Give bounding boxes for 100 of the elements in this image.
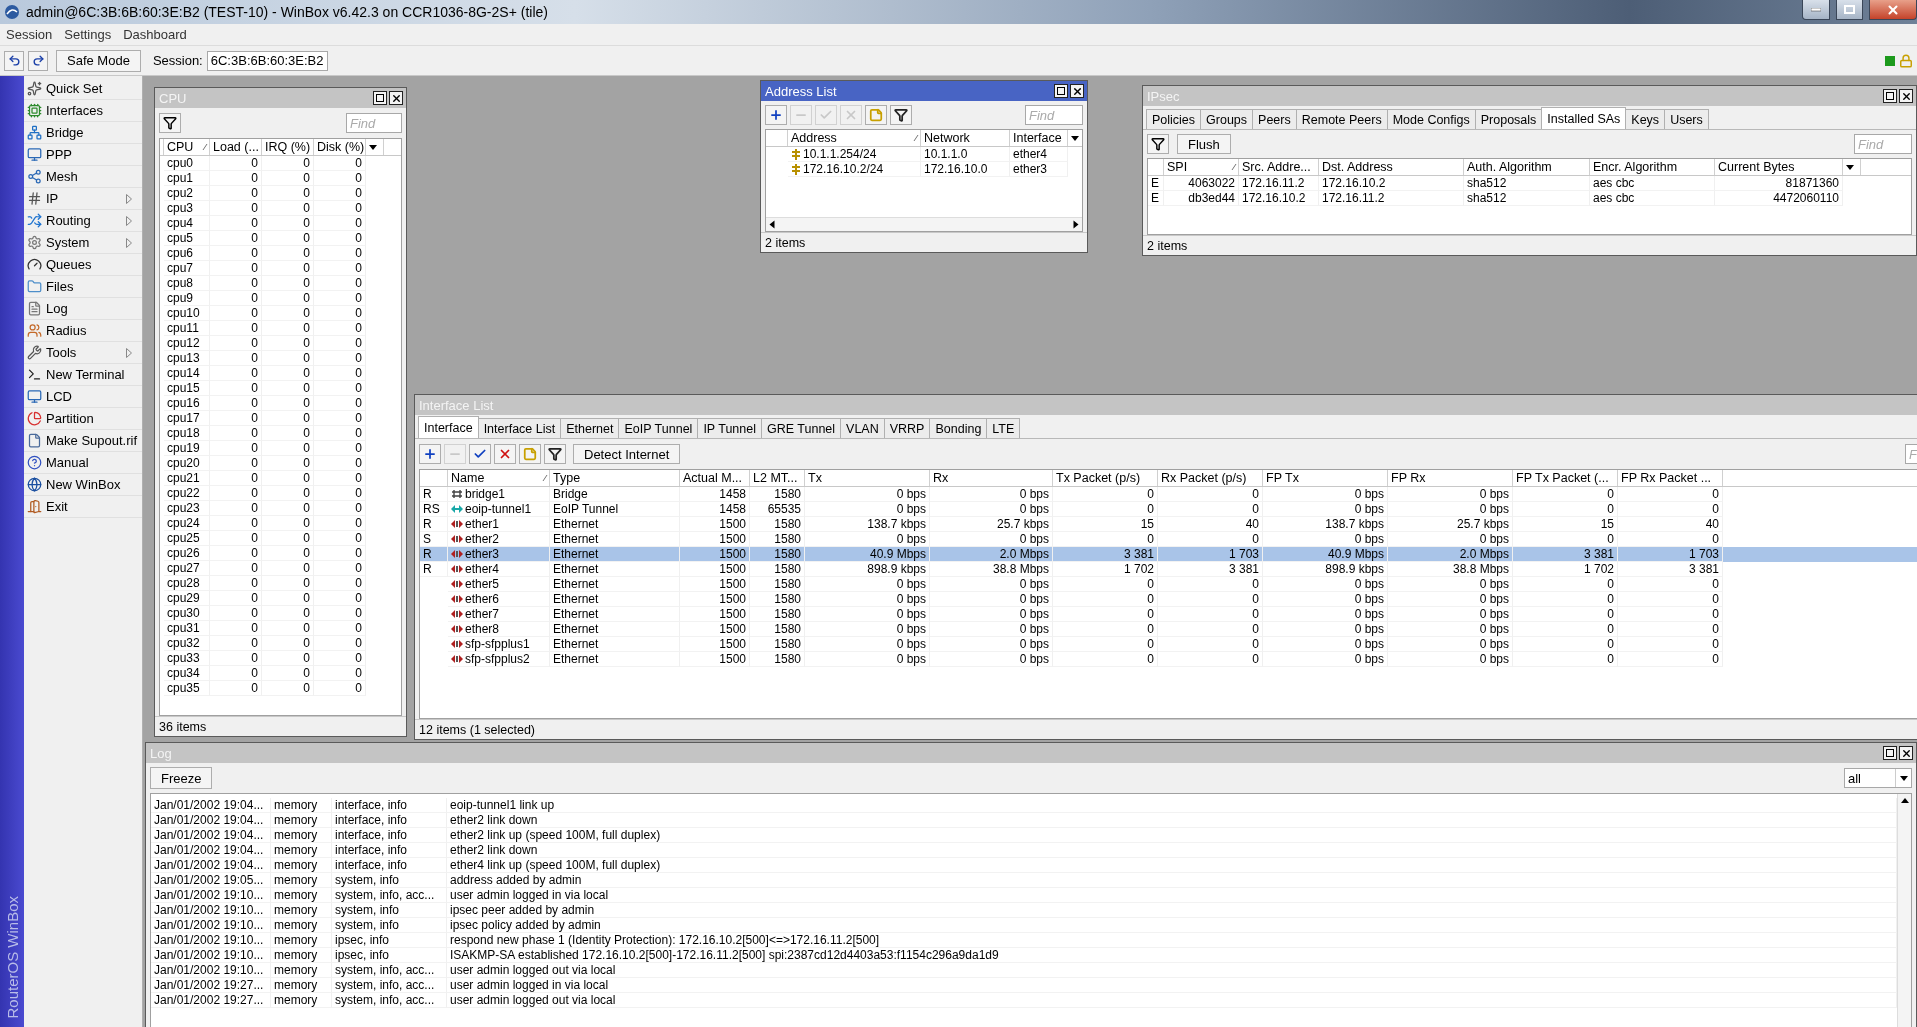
tab[interactable]: Mode Configs bbox=[1386, 109, 1476, 129]
column-header[interactable]: Rx bbox=[930, 470, 1053, 486]
column-header[interactable]: Current Bytes bbox=[1715, 159, 1843, 175]
column-header[interactable]: Disk (%) bbox=[314, 139, 366, 155]
column-header[interactable]: FP Tx bbox=[1263, 470, 1388, 486]
tab[interactable]: Interface List bbox=[477, 418, 562, 438]
maximize-button[interactable] bbox=[1883, 89, 1897, 103]
filter-button[interactable] bbox=[890, 105, 912, 125]
minimize-button[interactable] bbox=[1802, 0, 1830, 20]
add-button[interactable] bbox=[419, 444, 441, 464]
table-row[interactable]: RS eoip-tunnel1 EoIP Tunnel 1458 65535 0 bps 0 bps 0 0 0 bps 0 bps 0 0 bbox=[420, 502, 1917, 517]
maximize-button[interactable] bbox=[373, 91, 387, 105]
freeze-button[interactable]: Freeze bbox=[150, 767, 213, 789]
close-button[interactable] bbox=[389, 91, 403, 105]
column-header[interactable]: Load (... bbox=[210, 139, 262, 155]
close-button[interactable] bbox=[1899, 89, 1913, 103]
sidebar-item[interactable]: Manual bbox=[24, 452, 142, 474]
add-button[interactable] bbox=[765, 105, 787, 125]
detect-internet-button[interactable]: Detect Internet bbox=[573, 444, 681, 464]
filter-button[interactable] bbox=[544, 444, 566, 464]
table-row[interactable]: sfp-sfpplus2 Ethernet 1500 1580 0 bps 0 bps 0 0 0 bps 0 bps 0 0 bbox=[420, 652, 1917, 667]
sidebar-item[interactable]: Bridge bbox=[24, 122, 142, 144]
scrollbar[interactable] bbox=[1897, 794, 1911, 1027]
tab[interactable]: Users bbox=[1664, 109, 1709, 129]
scrollbar[interactable] bbox=[766, 217, 1082, 231]
table-row[interactable]: ether7 Ethernet 1500 1580 0 bps 0 bps 0 0 0 bps 0 bps 0 0 bbox=[420, 607, 1917, 622]
flush-button[interactable]: Flush bbox=[1177, 134, 1231, 154]
sidebar-item[interactable]: Radius bbox=[24, 320, 142, 342]
sidebar-item[interactable]: Queues bbox=[24, 254, 142, 276]
column-header[interactable]: FP Tx Packet (... bbox=[1513, 470, 1618, 486]
sidebar-item[interactable]: New Terminal bbox=[24, 364, 142, 386]
column-header[interactable]: Tx bbox=[805, 470, 930, 486]
tab[interactable]: Bonding bbox=[929, 418, 988, 438]
column-header[interactable]: SPI bbox=[1164, 159, 1239, 175]
table-row[interactable]: sfp-sfpplus1 Ethernet 1500 1580 0 bps 0 bps 0 0 0 bps 0 bps 0 0 bbox=[420, 637, 1917, 652]
column-header[interactable]: Network bbox=[921, 130, 1010, 146]
filter-button[interactable] bbox=[1147, 134, 1169, 154]
sidebar-item[interactable]: Log bbox=[24, 298, 142, 320]
check-button[interactable] bbox=[469, 444, 491, 464]
column-header[interactable]: IRQ (%) bbox=[262, 139, 314, 155]
menu-item[interactable]: Settings bbox=[58, 27, 118, 42]
tab[interactable]: Installed SAs bbox=[1541, 107, 1627, 129]
tab[interactable]: Policies bbox=[1146, 109, 1202, 129]
tab[interactable]: GRE Tunnel bbox=[760, 418, 842, 438]
tab[interactable]: Keys bbox=[1625, 109, 1666, 129]
safe-mode-button[interactable]: Safe Mode bbox=[56, 49, 141, 72]
undo-button[interactable] bbox=[4, 50, 24, 71]
column-header[interactable]: Address bbox=[788, 130, 921, 146]
column-header[interactable]: Dst. Address bbox=[1319, 159, 1464, 175]
column-header[interactable]: Interface bbox=[1010, 130, 1068, 146]
sidebar-item[interactable]: Exit bbox=[24, 496, 142, 518]
column-header[interactable]: Src. Addre... bbox=[1239, 159, 1319, 175]
sidebar-item[interactable]: LCD bbox=[24, 386, 142, 408]
redo-button[interactable] bbox=[28, 50, 48, 71]
table-row[interactable]: R ether4 Ethernet 1500 1580 898.9 kbps 38.8 Mbps 1 702 3 381 898.9 kbps 38.8 Mbps 1 702 3 381 bbox=[420, 562, 1917, 577]
column-header[interactable]: Auth. Algorithm bbox=[1464, 159, 1590, 175]
table-row[interactable]: R ether3 Ethernet 1500 1580 40.9 Mbps 2.0 Mbps 3 381 1 703 40.9 Mbps 2.0 Mbps 3 381 1 703 bbox=[420, 547, 1917, 562]
column-header[interactable]: Type bbox=[550, 470, 680, 486]
sidebar-item[interactable]: New WinBox bbox=[24, 474, 142, 496]
sidebar-item[interactable]: Tools bbox=[24, 342, 142, 364]
sidebar-item[interactable]: IP bbox=[24, 188, 142, 210]
tab[interactable]: VLAN bbox=[840, 418, 885, 438]
sidebar-item[interactable]: System bbox=[24, 232, 142, 254]
tab[interactable]: Proposals bbox=[1474, 109, 1543, 129]
menu-item[interactable]: Dashboard bbox=[117, 27, 193, 42]
filter-dropdown[interactable]: all bbox=[1844, 768, 1912, 788]
sidebar-item[interactable]: Files bbox=[24, 276, 142, 298]
sidebar-item[interactable]: Make Supout.rif bbox=[24, 430, 142, 452]
tab[interactable]: LTE bbox=[986, 418, 1021, 438]
maximize-button[interactable] bbox=[1883, 746, 1897, 760]
table-row[interactable]: ether8 Ethernet 1500 1580 0 bps 0 bps 0 0 0 bps 0 bps 0 0 bbox=[420, 622, 1917, 637]
column-header[interactable]: FP Rx bbox=[1388, 470, 1513, 486]
tab[interactable]: Groups bbox=[1200, 109, 1254, 129]
sidebar-item[interactable]: Quick Set bbox=[24, 78, 142, 100]
column-header[interactable]: Name bbox=[448, 470, 550, 486]
filter-button[interactable] bbox=[159, 113, 181, 133]
column-header[interactable]: Actual M... bbox=[680, 470, 750, 486]
column-header[interactable]: CPU bbox=[164, 139, 210, 155]
close-button[interactable] bbox=[1869, 0, 1917, 20]
column-header[interactable]: Rx Packet (p/s) bbox=[1158, 470, 1263, 486]
tab[interactable]: EoIP Tunnel bbox=[618, 418, 699, 438]
column-header[interactable]: Tx Packet (p/s) bbox=[1053, 470, 1158, 486]
tab[interactable]: VRRP bbox=[883, 418, 931, 438]
tab[interactable]: Interface bbox=[418, 416, 479, 438]
table-row[interactable]: R ether1 Ethernet 1500 1580 138.7 kbps 25.7 kbps 15 40 138.7 kbps 25.7 kbps 15 40 bbox=[420, 517, 1917, 532]
sidebar-item[interactable]: PPP bbox=[24, 144, 142, 166]
maximize-button[interactable] bbox=[1054, 84, 1068, 98]
tab[interactable]: Remote Peers bbox=[1295, 109, 1388, 129]
sidebar-item[interactable]: Interfaces bbox=[24, 100, 142, 122]
tab[interactable]: Peers bbox=[1252, 109, 1297, 129]
column-header[interactable]: Encr. Algorithm bbox=[1590, 159, 1715, 175]
session-field[interactable]: 6C:3B:6B:60:3E:B2 bbox=[206, 50, 328, 71]
sidebar-item[interactable]: Partition bbox=[24, 408, 142, 430]
tab[interactable]: Ethernet bbox=[560, 418, 620, 438]
close-button[interactable] bbox=[1899, 746, 1913, 760]
table-row[interactable]: ether5 Ethernet 1500 1580 0 bps 0 bps 0 0 0 bps 0 bps 0 0 bbox=[420, 577, 1917, 592]
sidebar-item[interactable]: Mesh bbox=[24, 166, 142, 188]
sidebar-item[interactable]: Routing bbox=[24, 210, 142, 232]
tab[interactable]: IP Tunnel bbox=[697, 418, 762, 438]
table-row[interactable]: ether6 Ethernet 1500 1580 0 bps 0 bps 0 0 0 bps 0 bps 0 0 bbox=[420, 592, 1917, 607]
